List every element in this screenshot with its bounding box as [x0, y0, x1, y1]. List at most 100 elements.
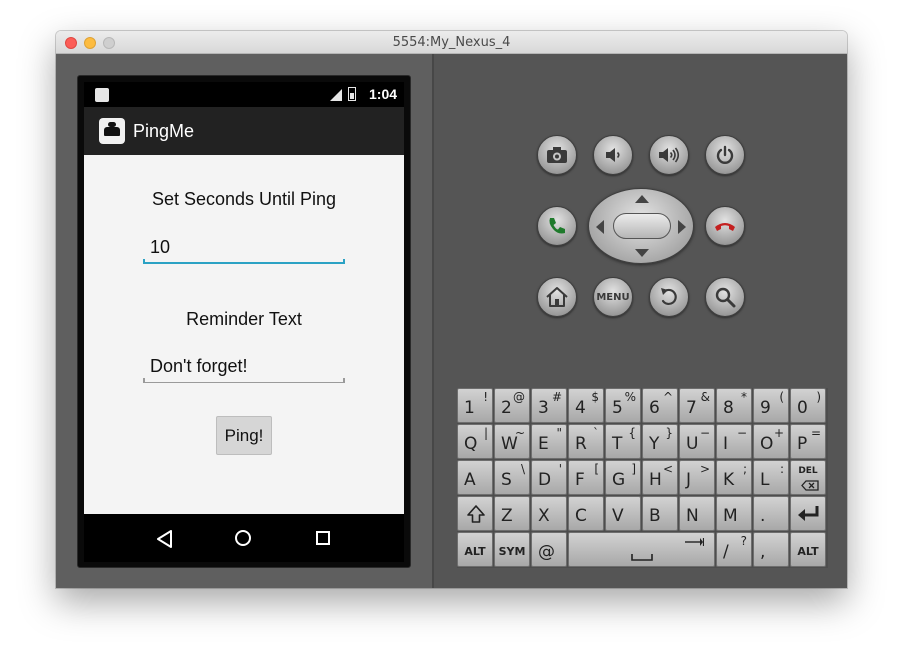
key-d[interactable]: D ': [531, 460, 567, 495]
key-label: T: [612, 434, 623, 454]
key-n[interactable]: N: [679, 496, 715, 531]
dpad-center-button[interactable]: [613, 213, 671, 239]
key-i[interactable]: I −: [716, 424, 752, 459]
key-1[interactable]: 1!: [457, 388, 493, 423]
camera-button[interactable]: [537, 135, 577, 175]
key-alt-label: ?: [740, 534, 747, 548]
key-label: M: [723, 506, 738, 526]
input-underline: [143, 378, 345, 383]
key-a[interactable]: A: [457, 460, 493, 495]
battery-icon: [348, 87, 356, 101]
key-2[interactable]: 2 @: [494, 388, 530, 423]
android-device-screen: 1:04 PingMe Set Seconds Until Ping 10 Re…: [77, 75, 411, 568]
key-5[interactable]: 5%: [605, 388, 641, 423]
key-k[interactable]: K;: [716, 460, 752, 495]
back-arrow-icon: [661, 288, 677, 306]
key-label: 7: [686, 398, 697, 418]
key-y[interactable]: Y}: [642, 424, 678, 459]
key-enter[interactable]: [790, 496, 826, 531]
call-button[interactable]: [537, 206, 577, 246]
key-u[interactable]: U −: [679, 424, 715, 459]
key-shift[interactable]: [457, 496, 493, 531]
key-v[interactable]: V: [605, 496, 641, 531]
dpad-up-icon[interactable]: [635, 195, 649, 203]
key-label: Z: [501, 506, 513, 526]
key-alt-label: <: [662, 462, 673, 476]
key-s[interactable]: S \: [494, 460, 530, 495]
key-p[interactable]: P =: [790, 424, 826, 459]
recents-nav-icon[interactable]: [316, 531, 330, 545]
key-label: H: [649, 470, 662, 490]
key-alt[interactable]: ALT: [457, 532, 493, 567]
key-j[interactable]: J >: [679, 460, 715, 495]
key-h[interactable]: H <: [642, 460, 678, 495]
reminder-text-input[interactable]: Don't forget!: [143, 352, 345, 383]
emulator-controls-pane: MENU 1! 2 @3 #4 $5% 6 ^ 7 & 8 * 9(0) Q | W ~ E " R ` T{Y} U − I…: [434, 54, 847, 588]
key-r[interactable]: R `: [568, 424, 604, 459]
key-sym44[interactable]: /?: [716, 532, 752, 567]
phone-call-icon: [549, 218, 565, 234]
camera-icon: [547, 147, 567, 163]
key-alt-label: (: [779, 390, 784, 404]
key-label: V: [612, 506, 624, 526]
key-label: S: [501, 470, 512, 490]
action-bar: PingMe: [84, 107, 404, 155]
key-q[interactable]: Q |: [457, 424, 493, 459]
seconds-input[interactable]: 10: [143, 233, 345, 264]
end-call-button[interactable]: [705, 206, 745, 246]
key-3[interactable]: 3 #: [531, 388, 567, 423]
key-x[interactable]: X: [531, 496, 567, 531]
key-c[interactable]: C: [568, 496, 604, 531]
key-9[interactable]: 9(: [753, 388, 789, 423]
key-f[interactable]: F[: [568, 460, 604, 495]
key-m[interactable]: M: [716, 496, 752, 531]
home-button[interactable]: [537, 277, 577, 317]
menu-button[interactable]: MENU: [593, 277, 633, 317]
ping-button[interactable]: Ping!: [216, 416, 272, 455]
search-button[interactable]: [705, 277, 745, 317]
key-space[interactable]: [568, 532, 715, 567]
key-label: G: [612, 470, 626, 490]
back-nav-icon[interactable]: [156, 530, 174, 548]
key-z[interactable]: Z: [494, 496, 530, 531]
key-8[interactable]: 8 *: [716, 388, 752, 423]
key-del[interactable]: DEL: [790, 460, 826, 495]
dpad-left-icon[interactable]: [596, 220, 604, 234]
key-t[interactable]: T{: [605, 424, 641, 459]
key-6[interactable]: 6 ^: [642, 388, 678, 423]
volume-up-icon: [659, 147, 680, 163]
key-l[interactable]: L:: [753, 460, 789, 495]
key-alt-label: −: [736, 426, 747, 440]
app-launcher-icon: [99, 118, 125, 144]
key-sym38[interactable]: .: [753, 496, 789, 531]
title-bar: 5554:My_Nexus_4: [56, 31, 847, 54]
status-time: 1:04: [369, 86, 398, 102]
reminder-label: Reminder Text: [186, 309, 302, 329]
key-sym[interactable]: SYM: [494, 532, 530, 567]
home-nav-icon[interactable]: [235, 530, 251, 546]
key-label: .: [760, 506, 766, 526]
key-label: SYM: [498, 545, 526, 558]
power-button[interactable]: [705, 135, 745, 175]
dpad-right-icon[interactable]: [678, 220, 686, 234]
key-label: 3: [538, 398, 549, 418]
key-7[interactable]: 7 &: [679, 388, 715, 423]
dpad[interactable]: [588, 188, 694, 264]
volume-down-button[interactable]: [593, 135, 633, 175]
back-button[interactable]: [649, 277, 689, 317]
key-sym42[interactable]: @: [531, 532, 567, 567]
key-alt-label: −: [699, 426, 710, 440]
key-alt[interactable]: ALT: [790, 532, 826, 567]
key-0[interactable]: 0): [790, 388, 826, 423]
key-4[interactable]: 4 $: [568, 388, 604, 423]
key-b[interactable]: B: [642, 496, 678, 531]
emulator-body: 1:04 PingMe Set Seconds Until Ping 10 Re…: [56, 54, 847, 588]
key-g[interactable]: G]: [605, 460, 641, 495]
volume-up-button[interactable]: [649, 135, 689, 175]
key-o[interactable]: O +: [753, 424, 789, 459]
key-label: DEL: [798, 466, 818, 476]
key-w[interactable]: W ~: [494, 424, 530, 459]
key-e[interactable]: E ": [531, 424, 567, 459]
key-sym45[interactable]: ,: [753, 532, 789, 567]
dpad-down-icon[interactable]: [635, 249, 649, 257]
